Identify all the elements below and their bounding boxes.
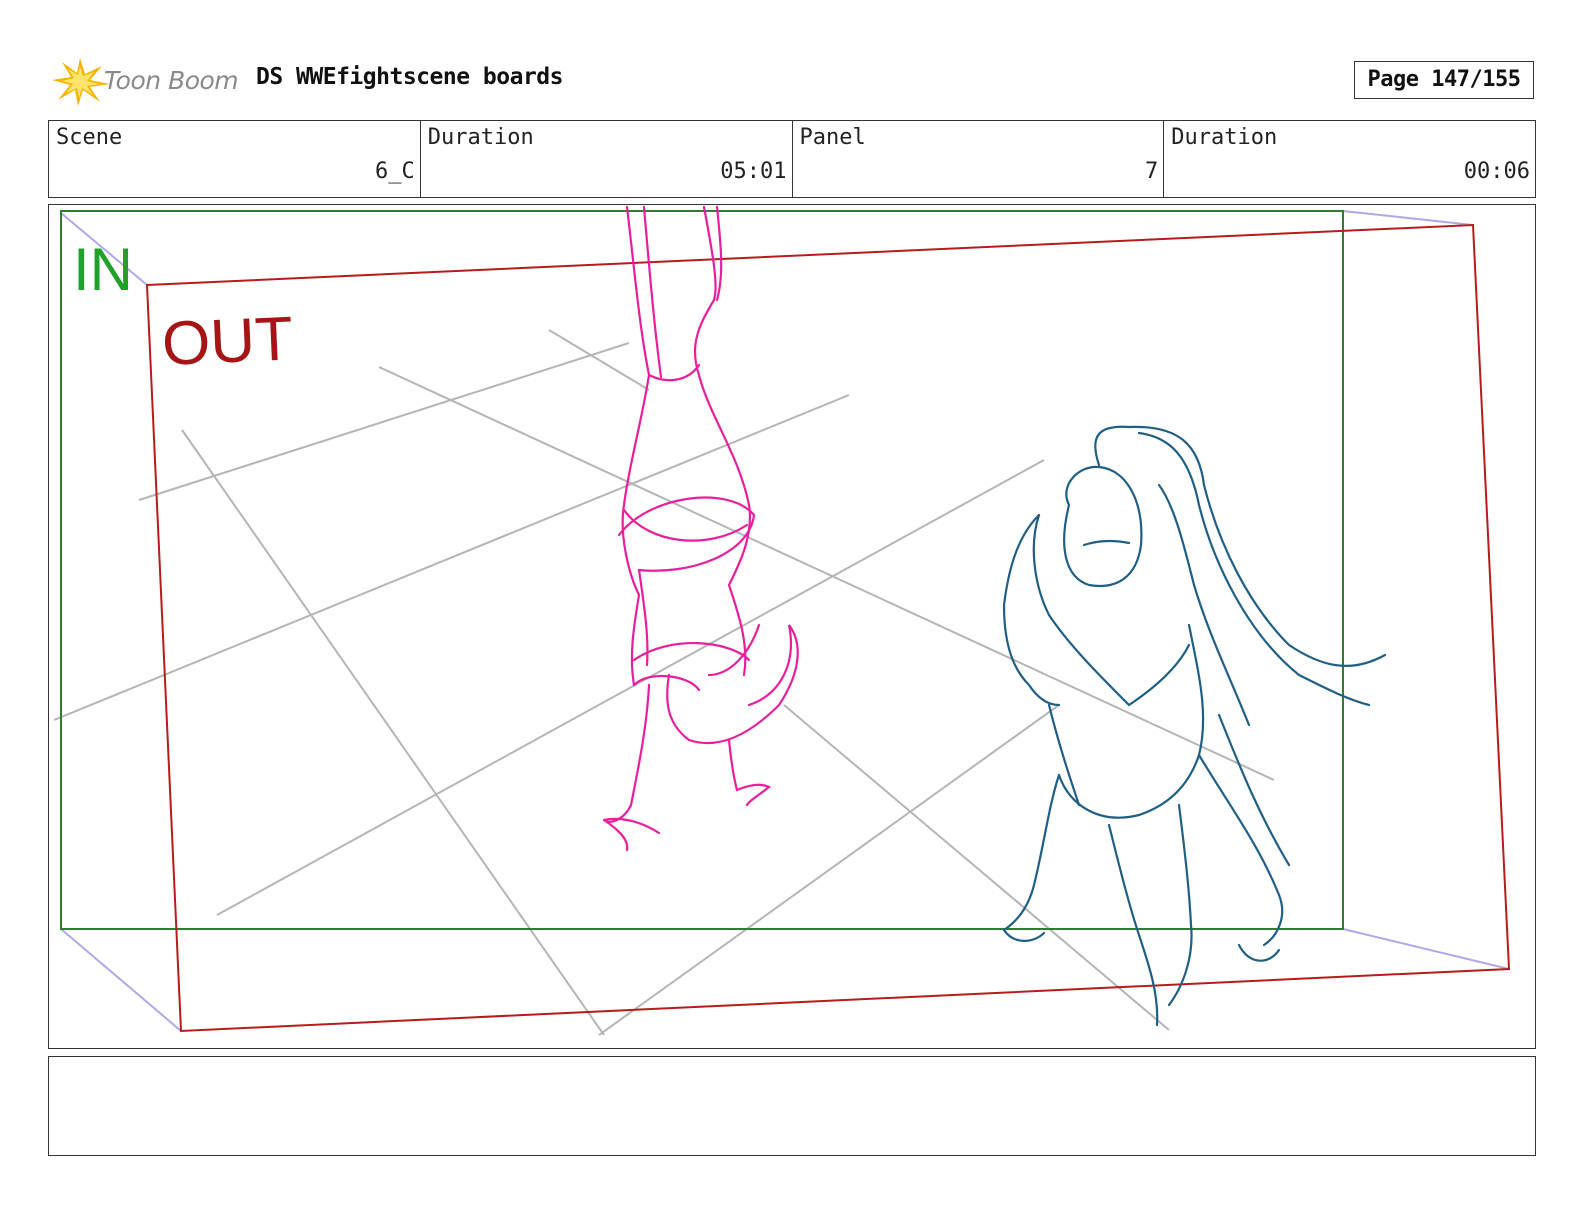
panel-duration-value: 00:06 (1463, 159, 1530, 184)
logo-text: Toon Boom (104, 66, 239, 95)
document-title: DS WWEfightscene boards (256, 64, 564, 90)
scene-label: Scene (56, 125, 123, 150)
scene-duration-label: Duration (427, 125, 534, 150)
out-label: OUT (161, 304, 295, 379)
page-indicator: Page 147/155 (1354, 61, 1534, 99)
pink-figure-sketch (602, 205, 799, 852)
scene-duration-value: 05:01 (720, 159, 787, 184)
panel-value: 7 (1145, 159, 1159, 184)
starburst-icon (52, 58, 110, 106)
scene-info-table: Scene 6_C Duration 05:01 Panel 7 Duratio… (48, 120, 1536, 198)
scene-value: 6_C (375, 159, 415, 184)
storyboard-panel: IN OUT (48, 204, 1536, 1049)
notes-box (48, 1056, 1536, 1156)
out-frame (145, 223, 1511, 1033)
panel-cell: Panel 7 (793, 121, 1165, 197)
scene-duration-cell: Duration 05:01 (421, 121, 793, 197)
panel-drawing: IN OUT (53, 205, 1511, 1036)
panel-label: Panel (799, 125, 866, 150)
in-label: IN (73, 236, 133, 303)
panel-duration-label: Duration (1171, 125, 1278, 150)
blue-figure-sketch (1002, 425, 1387, 1027)
panel-duration-cell: Duration 00:06 (1164, 121, 1535, 197)
scene-cell: Scene 6_C (49, 121, 421, 197)
